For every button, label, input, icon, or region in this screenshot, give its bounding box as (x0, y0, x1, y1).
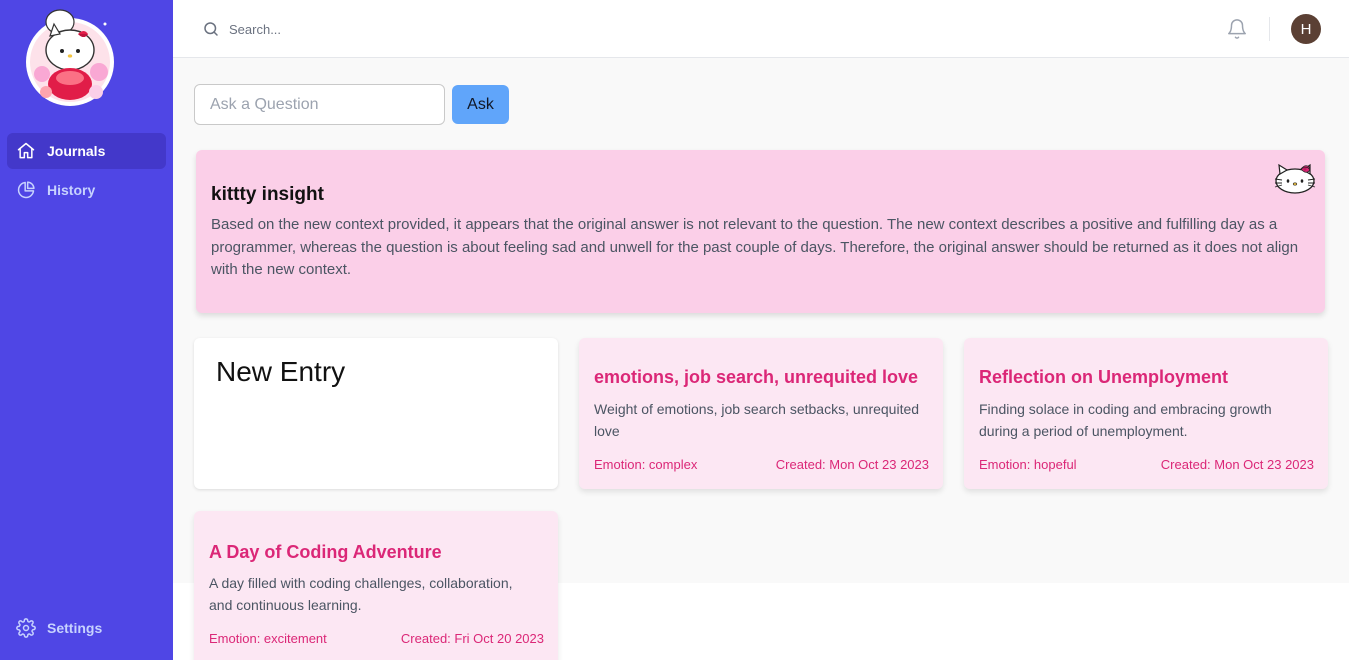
entry-emotion: Emotion: complex (594, 457, 698, 472)
entry-created-date: Created: Mon Oct 23 2023 (1160, 457, 1314, 472)
ask-button[interactable]: Ask (452, 85, 509, 124)
hello-kitty-logo[interactable] (20, 4, 120, 108)
entry-summary: A day filled with coding challenges, col… (209, 575, 513, 613)
entry-created-date: Created: Mon Oct 23 2023 (775, 457, 929, 472)
main-content: Ask kittty insight Based on the new cont… (173, 58, 1349, 660)
journal-entry-card[interactable]: Reflection on Unemployment Finding solac… (964, 338, 1328, 489)
sidebar-item-label: Journals (47, 143, 106, 159)
entry-created-date: Created: Fri Oct 20 2023 (400, 631, 544, 646)
topbar: H (173, 0, 1349, 58)
insight-panel: kittty insight Based on the new context … (196, 150, 1325, 313)
entry-title: A Day of Coding Adventure (209, 542, 442, 562)
sidebar-item-label: History (47, 182, 96, 198)
new-entry-card[interactable]: New Entry (194, 338, 558, 489)
avatar[interactable]: H (1291, 14, 1321, 44)
bell-icon[interactable] (1226, 18, 1248, 40)
insight-title: kittty insight (211, 184, 324, 205)
sidebar-item-settings[interactable]: Settings (7, 610, 166, 646)
new-entry-label: New Entry (216, 356, 346, 387)
topbar-divider (1269, 17, 1270, 41)
sidebar-item-label: Settings (47, 620, 103, 636)
sidebar-item-journals[interactable]: Journals (7, 133, 166, 169)
hello-kitty-icon (1273, 162, 1317, 194)
entry-title: emotions, job search, unrequited love (594, 367, 919, 387)
entry-emotion: Emotion: hopeful (979, 457, 1077, 472)
search-input[interactable] (229, 17, 629, 41)
sidebar-item-history[interactable]: History (7, 172, 166, 208)
ask-question-input[interactable] (194, 84, 445, 125)
insight-text: Based on the new context provided, it ap… (211, 216, 1299, 278)
pie-chart-icon (16, 180, 36, 200)
home-icon (16, 141, 36, 161)
journal-entry-card[interactable]: emotions, job search, unrequited love We… (579, 338, 943, 489)
entry-title: Reflection on Unemployment (979, 367, 1229, 387)
sidebar: Journals History Settings (0, 0, 173, 660)
entry-emotion: Emotion: excitement (209, 631, 327, 646)
entry-summary: Finding solace in coding and embracing g… (979, 401, 1272, 439)
entry-summary: Weight of emotions, job search setbacks,… (594, 401, 920, 439)
gear-icon (16, 618, 36, 638)
journal-entry-card[interactable]: A Day of Coding Adventure A day filled w… (194, 511, 558, 660)
search-icon (202, 20, 220, 38)
